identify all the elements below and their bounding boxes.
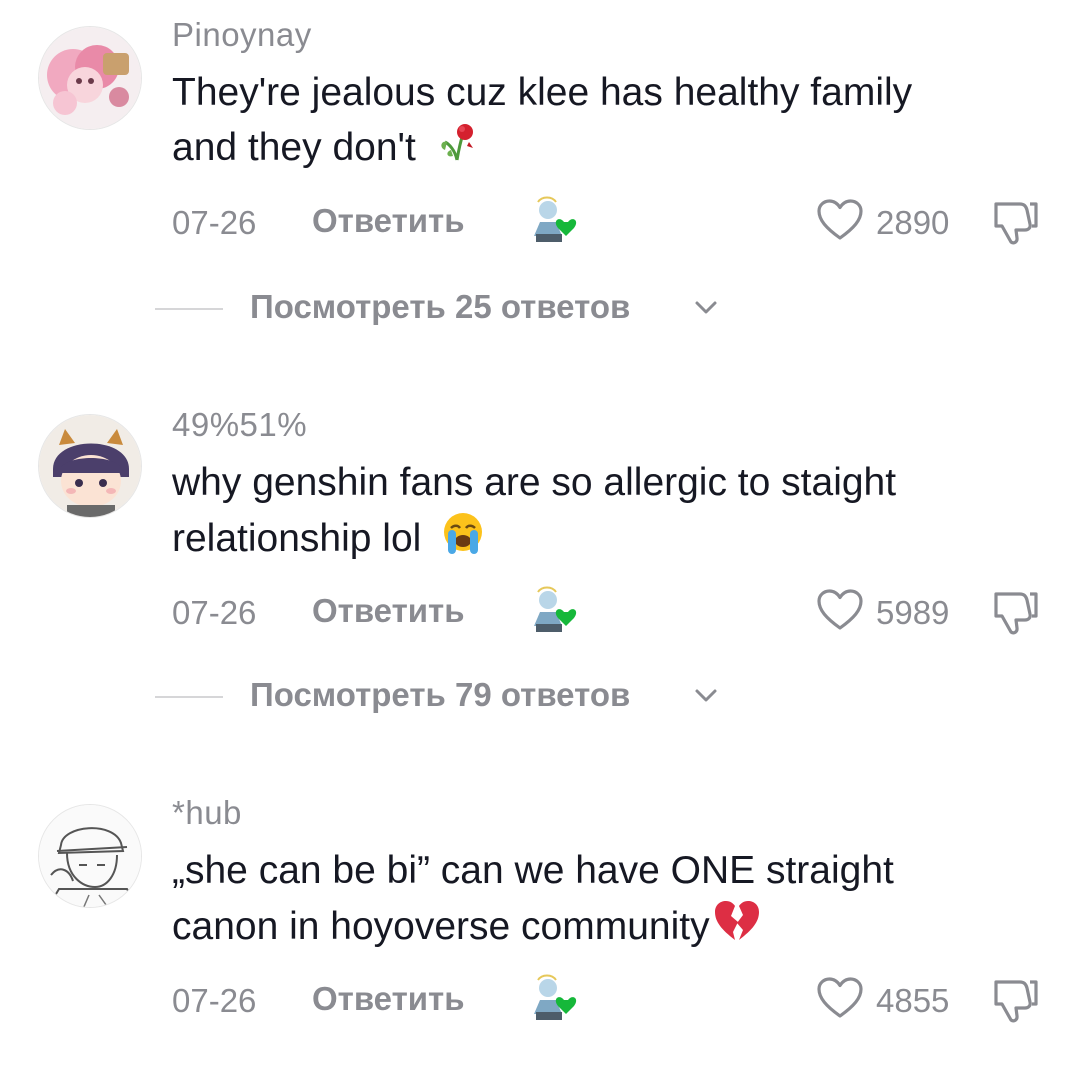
view-replies-button[interactable]: Посмотреть 79 ответов xyxy=(155,674,855,718)
thumbs-down-icon[interactable] xyxy=(990,196,1042,246)
comment-text: why genshin fans are so allergic to stai… xyxy=(172,456,1042,571)
broken-heart-icon xyxy=(712,898,762,959)
comment-text-line-with-emoji: canon in hoyoverse community xyxy=(172,898,1042,959)
comment-text-line: why genshin fans are so allergic to stai… xyxy=(172,461,897,504)
comment-meta: 07-26 Ответить 2890 xyxy=(172,192,1052,252)
avatar-image xyxy=(39,415,141,517)
view-replies-divider xyxy=(155,696,223,698)
thumbs-down-icon[interactable] xyxy=(990,586,1042,636)
avatar-image xyxy=(39,805,141,907)
like-count: 2890 xyxy=(876,204,950,241)
like-count: 4855 xyxy=(876,982,950,1019)
heart-outline-icon[interactable] xyxy=(816,588,864,632)
avatar[interactable] xyxy=(38,804,142,908)
comment-username[interactable]: 49%51% xyxy=(172,406,307,444)
reply-button[interactable]: Ответить xyxy=(312,592,465,630)
reply-button[interactable]: Ответить xyxy=(312,980,465,1018)
view-replies-label: Посмотреть 25 ответов xyxy=(250,288,631,325)
comment-text-line-with-emoji: and they don't xyxy=(172,120,1042,179)
avatar[interactable] xyxy=(38,414,142,518)
comment-text-line: and they don't xyxy=(172,125,416,169)
creator-liked-icon xyxy=(526,582,582,638)
creator-liked-icon xyxy=(526,970,582,1026)
view-replies-button[interactable]: Посмотреть 25 ответов xyxy=(155,286,855,330)
heart-outline-icon[interactable] xyxy=(816,198,864,242)
comment-meta: 07-26 Ответить 5989 xyxy=(172,582,1052,642)
comment-text: They're jealous cuz klee has healthy fam… xyxy=(172,66,1042,179)
chevron-down-icon xyxy=(693,682,719,708)
avatar[interactable] xyxy=(38,26,142,130)
view-replies-divider xyxy=(155,308,223,310)
view-replies-label: Посмотреть 79 ответов xyxy=(250,676,631,713)
chevron-down-icon xyxy=(693,294,719,320)
comment-text-line: canon in hoyoverse community xyxy=(172,904,710,948)
loudly-crying-face-icon xyxy=(440,510,486,571)
comment-date: 07-26 xyxy=(172,982,257,1019)
heart-outline-icon[interactable] xyxy=(816,976,864,1020)
thumbs-down-icon[interactable] xyxy=(990,974,1042,1024)
comment-meta: 07-26 Ответить 4855 xyxy=(172,970,1052,1030)
comment-text-line: „she can be bi” can we have ONE straight xyxy=(172,849,894,892)
comment-username[interactable]: Pinoynay xyxy=(172,16,312,54)
wilted-rose-icon xyxy=(435,120,479,179)
comment-text: „she can be bi” can we have ONE straight… xyxy=(172,844,1042,959)
comment-username[interactable]: *hub xyxy=(172,794,242,832)
comment-date: 07-26 xyxy=(172,594,257,631)
reply-button[interactable]: Ответить xyxy=(312,202,465,240)
creator-liked-icon xyxy=(526,192,582,248)
avatar-image xyxy=(39,27,141,129)
comment-date: 07-26 xyxy=(172,204,257,241)
comment-text-line: relationship lol xyxy=(172,516,422,560)
comment-text-line: They're jealous cuz klee has healthy fam… xyxy=(172,71,913,114)
like-count: 5989 xyxy=(876,594,950,631)
comment-text-line-with-emoji: relationship lol xyxy=(172,510,1042,571)
